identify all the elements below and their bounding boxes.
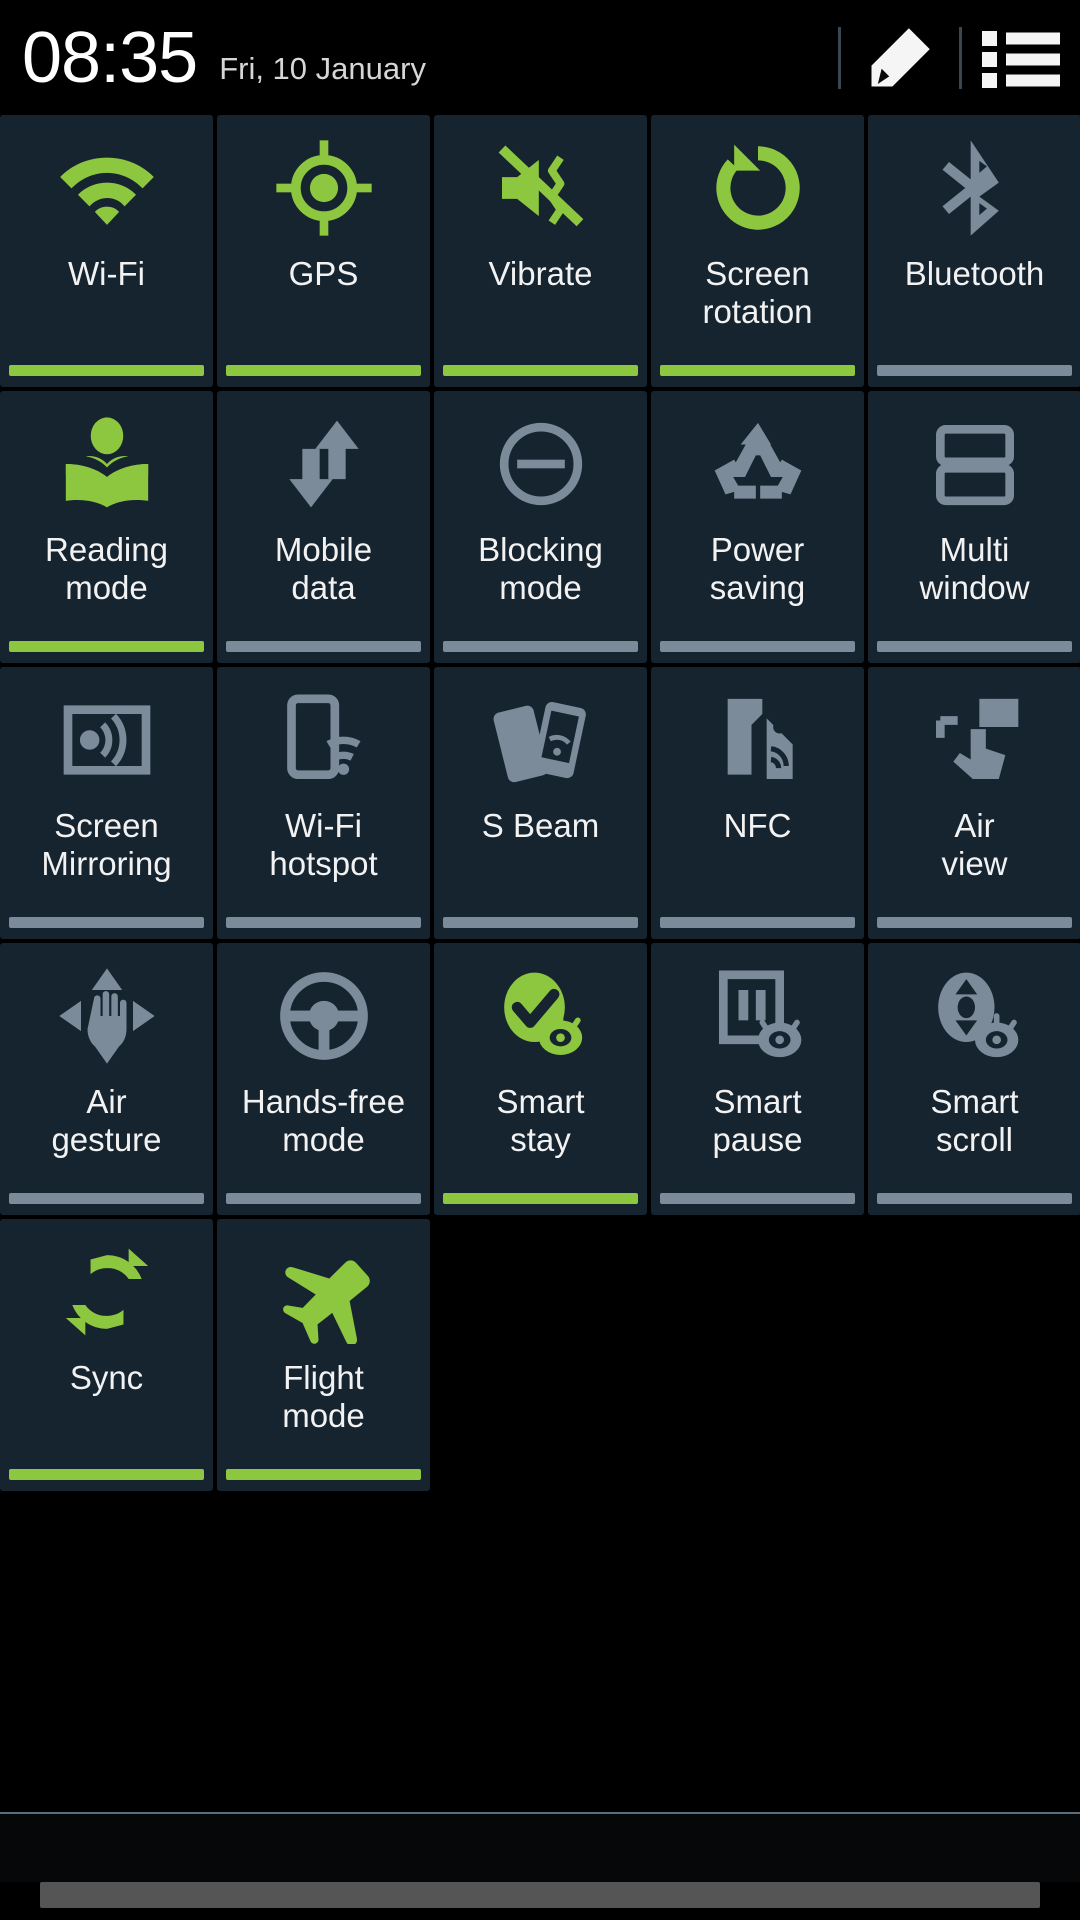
tile-screen-rotation[interactable]: Screen rotation bbox=[651, 115, 864, 387]
tile-state-indicator bbox=[9, 365, 204, 376]
tile-flight-mode[interactable]: Flight mode bbox=[217, 1219, 430, 1491]
tile-label: Bluetooth bbox=[904, 255, 1045, 292]
tile-state-indicator bbox=[226, 1193, 421, 1204]
tile-label: Air view bbox=[941, 807, 1008, 882]
tile-air-gesture[interactable]: Air gesture bbox=[0, 943, 213, 1215]
drag-handle[interactable] bbox=[40, 1882, 1040, 1908]
tile-state-indicator bbox=[877, 1193, 1072, 1204]
tile-blocking-mode[interactable]: Blocking mode bbox=[434, 391, 647, 663]
tile-state-indicator bbox=[443, 365, 638, 376]
tile-smart-scroll[interactable]: Smart scroll bbox=[868, 943, 1080, 1215]
tile-label: NFC bbox=[723, 807, 792, 844]
tile-state-indicator bbox=[660, 365, 855, 376]
s-beam-icon bbox=[434, 667, 647, 807]
tile-state-indicator bbox=[660, 917, 855, 928]
tile-state-indicator bbox=[443, 641, 638, 652]
air-gesture-icon bbox=[0, 943, 213, 1083]
tile-air-view[interactable]: Air view bbox=[868, 667, 1080, 939]
tile-label: Vibrate bbox=[488, 255, 593, 292]
tile-state-indicator bbox=[443, 1193, 638, 1204]
bluetooth-icon bbox=[868, 115, 1080, 255]
tile-reading-mode[interactable]: Reading mode bbox=[0, 391, 213, 663]
tile-multi-window[interactable]: Multi window bbox=[868, 391, 1080, 663]
air-view-icon bbox=[868, 667, 1080, 807]
clock-time: 08:35 bbox=[22, 17, 198, 98]
tile-s-beam[interactable]: S Beam bbox=[434, 667, 647, 939]
hands-free-icon bbox=[217, 943, 430, 1083]
wifi-icon bbox=[0, 115, 213, 255]
reading-mode-icon bbox=[0, 391, 213, 531]
smart-pause-icon bbox=[651, 943, 864, 1083]
blocking-mode-icon bbox=[434, 391, 647, 531]
tile-label: Multi window bbox=[919, 531, 1030, 606]
tile-label: Wi-Fi bbox=[68, 255, 145, 292]
tile-sync[interactable]: Sync bbox=[0, 1219, 213, 1491]
smart-scroll-icon bbox=[868, 943, 1080, 1083]
tile-label: Wi-Fi hotspot bbox=[269, 807, 378, 882]
tile-mobile-data[interactable]: Mobile data bbox=[217, 391, 430, 663]
tile-label: Blocking mode bbox=[478, 531, 603, 606]
quick-settings-grid: Wi-Fi GPS Vibrate Screen rotation Bluetooth R… bbox=[0, 115, 1080, 1491]
tile-wi-fi-hotspot[interactable]: Wi-Fi hotspot bbox=[217, 667, 430, 939]
tile-smart-stay[interactable]: Smart stay bbox=[434, 943, 647, 1215]
power-saving-icon bbox=[651, 391, 864, 531]
tile-state-indicator bbox=[9, 1469, 204, 1480]
tile-state-indicator bbox=[877, 641, 1072, 652]
tile-bluetooth[interactable]: Bluetooth bbox=[868, 115, 1080, 387]
panel-body bbox=[0, 1814, 1080, 1882]
clock-date: Fri, 10 January bbox=[219, 50, 426, 86]
tile-label: Screen Mirroring bbox=[41, 807, 172, 882]
tile-label: Screen rotation bbox=[702, 255, 813, 330]
tile-label: GPS bbox=[288, 255, 359, 292]
tile-state-indicator bbox=[877, 365, 1072, 376]
sync-icon bbox=[0, 1219, 213, 1359]
multi-window-icon bbox=[868, 391, 1080, 531]
tile-nfc[interactable]: NFC bbox=[651, 667, 864, 939]
tile-label: S Beam bbox=[481, 807, 600, 844]
tile-label: Reading mode bbox=[45, 531, 168, 606]
tile-label: Sync bbox=[69, 1359, 144, 1396]
tile-smart-pause[interactable]: Smart pause bbox=[651, 943, 864, 1215]
tile-label: Smart scroll bbox=[930, 1083, 1019, 1158]
tile-label: Smart stay bbox=[496, 1083, 585, 1158]
tile-label: Smart pause bbox=[712, 1083, 803, 1158]
menu-button[interactable] bbox=[962, 0, 1080, 115]
tile-state-indicator bbox=[226, 1469, 421, 1480]
tile-state-indicator bbox=[660, 641, 855, 652]
tile-state-indicator bbox=[9, 917, 204, 928]
nfc-icon bbox=[651, 667, 864, 807]
tile-label: Power saving bbox=[709, 531, 806, 606]
tile-gps[interactable]: GPS bbox=[217, 115, 430, 387]
tile-state-indicator bbox=[9, 641, 204, 652]
pencil-icon bbox=[862, 20, 938, 96]
tile-state-indicator bbox=[660, 1193, 855, 1204]
tile-label: Air gesture bbox=[51, 1083, 162, 1158]
tile-state-indicator bbox=[226, 641, 421, 652]
tile-state-indicator bbox=[443, 917, 638, 928]
edit-button[interactable] bbox=[841, 0, 959, 115]
tile-label: Hands-free mode bbox=[241, 1083, 406, 1158]
tile-screen-mirroring[interactable]: Screen Mirroring bbox=[0, 667, 213, 939]
wifi-hotspot-icon bbox=[217, 667, 430, 807]
smart-stay-icon bbox=[434, 943, 647, 1083]
tile-power-saving[interactable]: Power saving bbox=[651, 391, 864, 663]
tile-state-indicator bbox=[877, 917, 1072, 928]
tile-label: Mobile data bbox=[274, 531, 373, 606]
tile-state-indicator bbox=[9, 1193, 204, 1204]
tile-state-indicator bbox=[226, 917, 421, 928]
tile-wi-fi[interactable]: Wi-Fi bbox=[0, 115, 213, 387]
quick-settings-screen: 08:35 Fri, 10 January Wi-Fi GPS Vibrate … bbox=[0, 0, 1080, 1920]
screen-rotation-icon bbox=[651, 115, 864, 255]
gps-icon bbox=[217, 115, 430, 255]
status-header: 08:35 Fri, 10 January bbox=[0, 0, 1080, 115]
tile-hands-free-mode[interactable]: Hands-free mode bbox=[217, 943, 430, 1215]
flight-mode-icon bbox=[217, 1219, 430, 1359]
vibrate-icon bbox=[434, 115, 647, 255]
tile-vibrate[interactable]: Vibrate bbox=[434, 115, 647, 387]
screen-mirroring-icon bbox=[0, 667, 213, 807]
mobile-data-icon bbox=[217, 391, 430, 531]
tile-label: Flight mode bbox=[282, 1359, 365, 1434]
tile-state-indicator bbox=[226, 365, 421, 376]
list-icon bbox=[982, 27, 1060, 89]
